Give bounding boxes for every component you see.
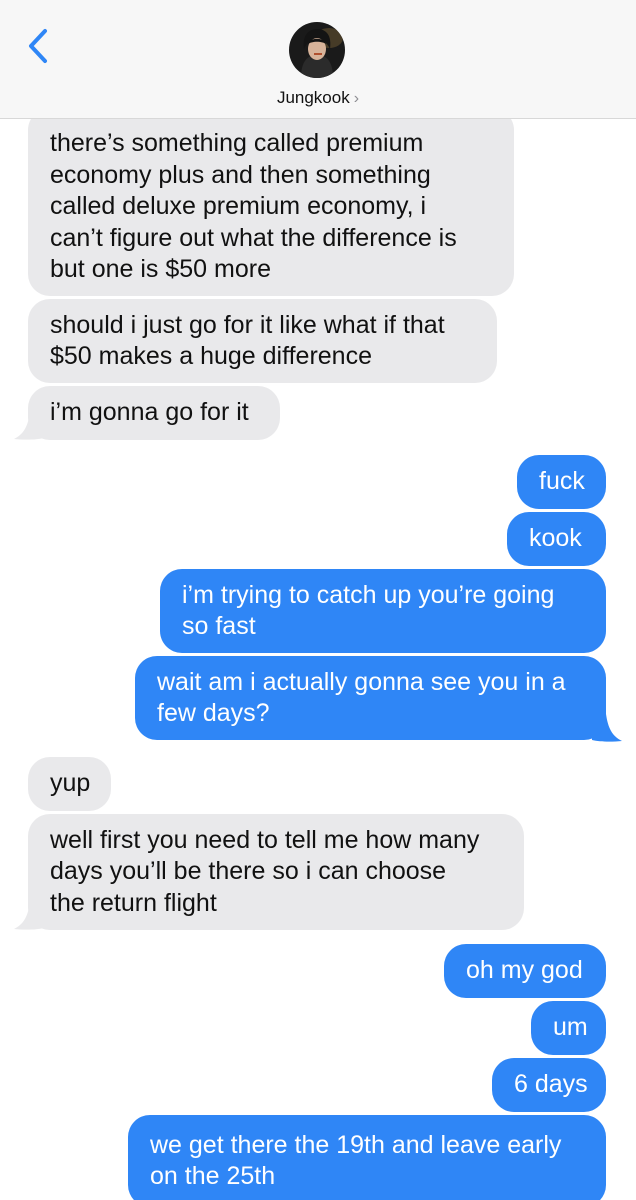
incoming-message[interactable]: yup <box>28 757 111 811</box>
incoming-message[interactable]: well first you need to tell me how many … <box>28 814 524 930</box>
incoming-message[interactable]: there’s something called premium economy… <box>28 108 514 296</box>
outgoing-message[interactable]: kook <box>507 512 606 566</box>
outgoing-message[interactable]: wait am i actually gonna see you in a fe… <box>135 656 606 740</box>
message-line: yup <box>50 769 91 798</box>
outgoing-message[interactable]: we get there the 19th and leave early on… <box>128 1115 606 1200</box>
contact-name: Jungkook <box>276 88 350 107</box>
outgoing-message[interactable]: fuck <box>517 455 606 509</box>
avatar-photo <box>289 22 345 78</box>
outgoing-message[interactable]: 6 days <box>492 1058 606 1112</box>
message-line: should i just go for it like what if tha… <box>50 310 445 339</box>
outgoing-message[interactable]: oh my god <box>444 944 606 998</box>
message-line: oh my god <box>466 956 583 985</box>
message-line: on the 25th <box>150 1162 276 1190</box>
message-line: 6 days <box>514 1070 588 1099</box>
contact-name-button[interactable]: Jungkook › <box>0 88 636 108</box>
message-line: we get there the 19th and leave early <box>150 1130 562 1159</box>
message-line: kook <box>529 524 582 553</box>
message-line: there’s something called premium <box>50 129 424 158</box>
outgoing-message[interactable]: um <box>531 1001 606 1055</box>
message-line: well first you need to tell me how many <box>50 825 480 854</box>
outgoing-message[interactable]: i’m trying to catch up you’re going so f… <box>160 569 606 653</box>
message-line: the return flight <box>50 888 217 917</box>
message-line: fuck <box>539 467 585 496</box>
chevron-right-icon: › <box>353 90 360 107</box>
conversation-header: Jungkook › <box>0 0 636 119</box>
message-line: days you’ll be there so i can choose <box>50 857 447 886</box>
message-line: wait am i actually gonna see you in a <box>157 667 566 696</box>
message-line: called deluxe premium economy, i <box>50 192 427 221</box>
incoming-message[interactable]: should i just go for it like what if tha… <box>28 299 497 383</box>
chevron-left-icon <box>29 29 47 63</box>
message-line: but one is $50 more <box>50 255 271 284</box>
message-line: i’m gonna go for it <box>50 398 249 427</box>
messages-screen: Jungkook › there’s something called premi… <box>0 0 636 1200</box>
back-button[interactable] <box>20 26 56 66</box>
message-line: can’t figure out what the difference is <box>50 223 457 252</box>
contact-avatar[interactable] <box>289 22 345 78</box>
message-line: economy plus and then something <box>50 160 431 189</box>
message-line: um <box>553 1013 588 1042</box>
message-line: few days? <box>157 699 270 727</box>
message-line: $50 makes a huge difference <box>50 342 372 370</box>
message-line: so fast <box>182 612 256 640</box>
message-line: i’m trying to catch up you’re going <box>182 580 555 609</box>
incoming-message[interactable]: i’m gonna go for it <box>28 386 280 440</box>
